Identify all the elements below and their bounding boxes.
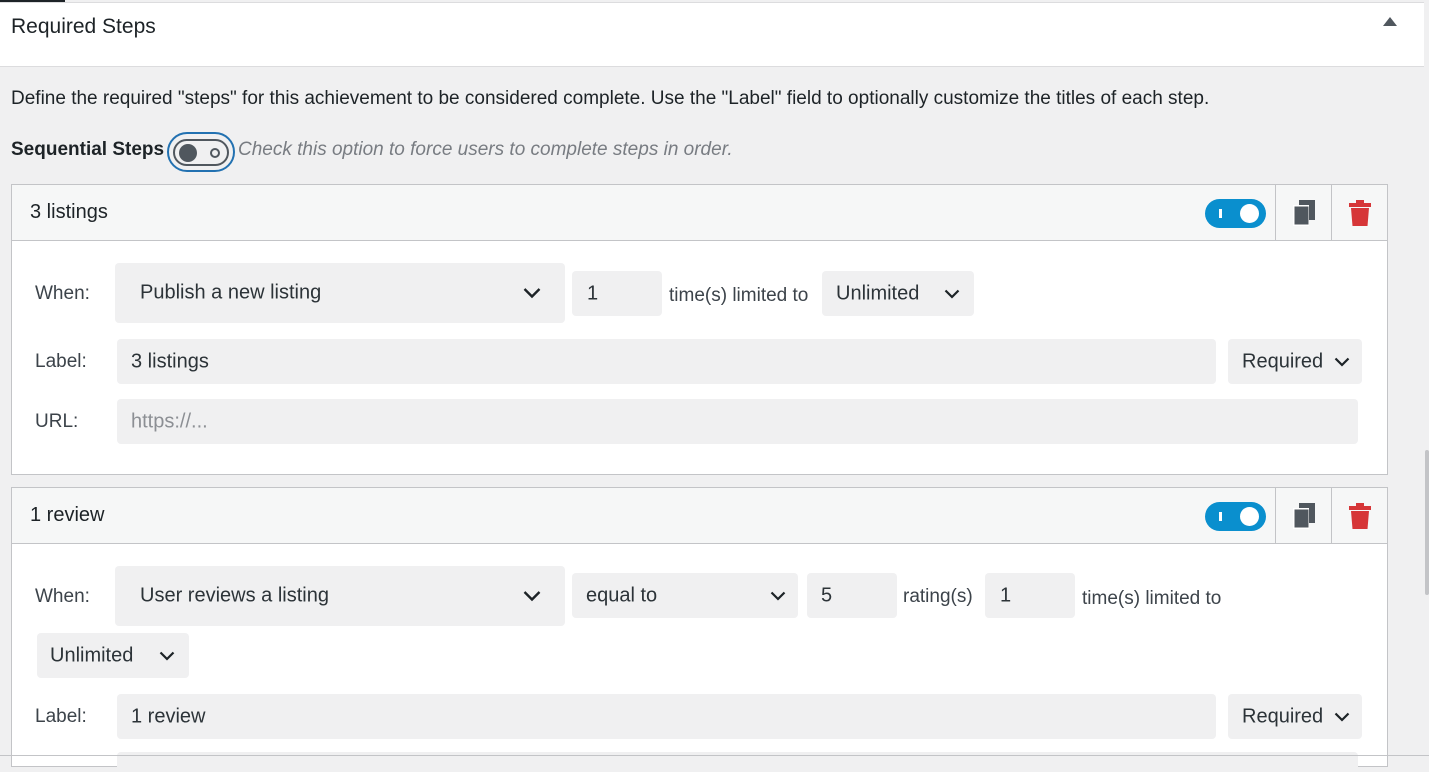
panel-header[interactable]: Required Steps (0, 3, 1424, 67)
step-card: 3 listings When: Publish a new listing 1 (11, 184, 1388, 475)
triangle-up-icon[interactable] (1383, 17, 1397, 26)
step-label-input[interactable]: 3 listings (117, 339, 1216, 384)
when-label: When: (35, 283, 90, 304)
comparison-select[interactable]: equal to (572, 573, 798, 618)
toggle-on-indicator-icon (1219, 512, 1222, 521)
step-title: 3 listings (30, 201, 108, 223)
chevron-down-icon (159, 651, 175, 661)
sequential-steps-label: Sequential Steps (11, 139, 165, 160)
trash-icon (1349, 503, 1371, 529)
toggle-knob (179, 144, 197, 162)
chevron-down-icon (770, 591, 786, 601)
step-enabled-toggle[interactable] (1205, 199, 1266, 228)
panel-description: Define the required "steps" for this ach… (11, 88, 1210, 109)
chevron-down-icon (523, 591, 541, 602)
when-label: When: (35, 586, 90, 607)
divider (0, 755, 1429, 756)
rating-text: rating(s) (903, 586, 973, 607)
toggle-knob (1240, 204, 1259, 223)
limit-select[interactable]: Unlimited (37, 633, 189, 678)
scrollbar-thumb[interactable] (1425, 450, 1429, 595)
step-enabled-toggle[interactable] (1205, 502, 1266, 531)
panel-title: Required Steps (11, 15, 156, 38)
delete-step-button[interactable] (1331, 488, 1388, 543)
toggle-off-indicator-icon (210, 148, 220, 158)
rating-input[interactable]: 5 (807, 573, 897, 618)
required-select[interactable]: Required (1228, 694, 1362, 739)
count-input[interactable]: 1 (572, 271, 662, 316)
trash-icon (1349, 200, 1371, 226)
chevron-down-icon (523, 288, 541, 299)
delete-step-button[interactable] (1331, 185, 1388, 240)
duplicate-step-button[interactable] (1275, 488, 1331, 543)
url-input[interactable]: https://... (117, 399, 1358, 444)
toggle-knob (1240, 507, 1259, 526)
toggle-on-indicator-icon (1219, 209, 1222, 218)
step-card: 1 review When: User reviews a listing eq… (11, 487, 1388, 772)
sequential-steps-toggle[interactable] (167, 132, 235, 172)
times-limited-text: time(s) limited to (1082, 588, 1222, 609)
label-label: Label: (35, 351, 87, 372)
trigger-select[interactable]: Publish a new listing (115, 263, 565, 323)
limit-select[interactable]: Unlimited (822, 271, 974, 316)
toggle-switch-off (173, 139, 229, 166)
chevron-down-icon (944, 289, 960, 299)
step-label-input[interactable]: 1 review (117, 694, 1216, 739)
scrollbar-track[interactable] (1424, 0, 1429, 759)
copy-icon (1293, 503, 1315, 529)
count-input[interactable]: 1 (985, 573, 1075, 618)
label-label: Label: (35, 706, 87, 727)
required-select[interactable]: Required (1228, 339, 1362, 384)
trigger-select[interactable]: User reviews a listing (115, 566, 565, 626)
copy-icon (1293, 200, 1315, 226)
duplicate-step-button[interactable] (1275, 185, 1331, 240)
url-label: URL: (35, 411, 79, 432)
step-header[interactable]: 3 listings (12, 185, 1387, 241)
chevron-down-icon (1334, 357, 1350, 367)
chevron-down-icon (1334, 712, 1350, 722)
step-title: 1 review (30, 504, 105, 526)
sequential-steps-help: Check this option to force users to comp… (238, 139, 733, 160)
step-header[interactable]: 1 review (12, 488, 1387, 544)
times-limited-text: time(s) limited to (669, 285, 809, 306)
